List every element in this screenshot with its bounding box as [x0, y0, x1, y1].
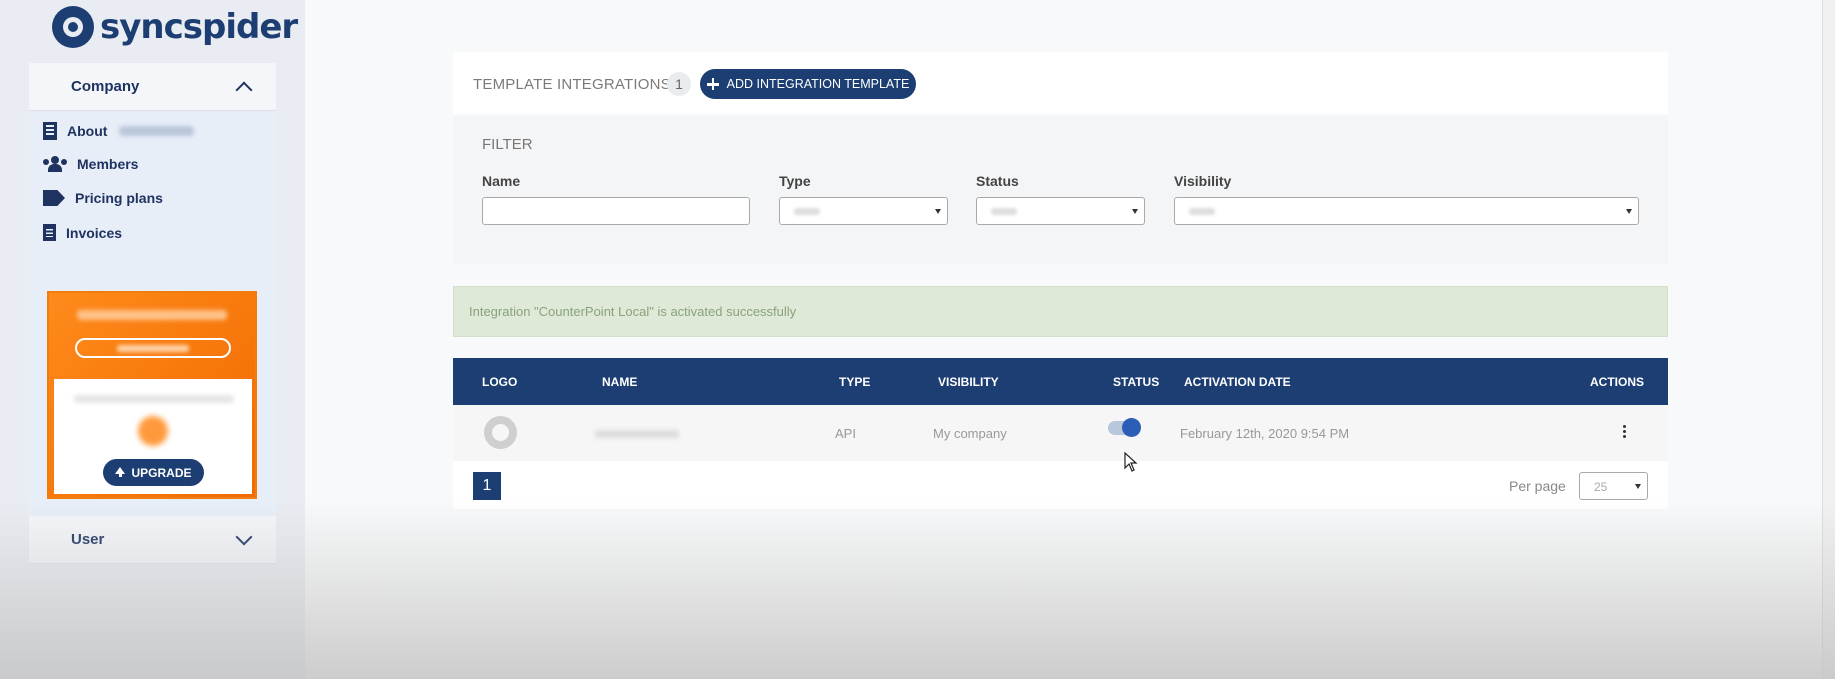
- select-value-blurred: [991, 208, 1017, 215]
- file-icon: [43, 224, 56, 241]
- remaining-integrations-blurred: [74, 395, 234, 403]
- upgrade-button[interactable]: UPGRADE: [103, 459, 204, 486]
- column-header-type: TYPE: [839, 375, 871, 389]
- caret-down-icon: [935, 209, 941, 214]
- name-filter-label: Name: [482, 173, 521, 189]
- integration-logo: [484, 416, 517, 449]
- visibility-filter-label: Visibility: [1174, 173, 1232, 189]
- sidebar-item-label: Members: [77, 156, 139, 172]
- type-filter-label: Type: [779, 173, 811, 189]
- filter-title: FILTER: [482, 136, 533, 153]
- per-page-select[interactable]: 25: [1579, 472, 1648, 500]
- table-footer: [453, 461, 1668, 509]
- column-header-logo: LOGO: [482, 375, 518, 389]
- per-page-label: Per page: [1509, 478, 1566, 494]
- integration-name-blurred: [595, 430, 679, 438]
- pricing-plan-card: UPGRADE: [47, 291, 257, 499]
- sidebar-item-about[interactable]: About: [43, 122, 195, 140]
- add-integration-template-button[interactable]: ADD INTEGRATION TEMPLATE: [700, 69, 916, 99]
- scrollbar[interactable]: [1822, 0, 1835, 679]
- arrow-up-icon: [115, 467, 126, 477]
- add-button-label: ADD INTEGRATION TEMPLATE: [726, 77, 910, 91]
- sidebar-item-label: Invoices: [66, 224, 123, 241]
- logo-mark-icon: [52, 6, 94, 48]
- brand-name: syncspider: [100, 7, 298, 47]
- column-header-status: STATUS: [1113, 375, 1160, 389]
- sidebar: syncspider Company About Members Pricing…: [0, 0, 305, 679]
- table-row[interactable]: API My company February 12th, 2020 9:54 …: [453, 405, 1668, 461]
- status-filter-select[interactable]: [976, 197, 1145, 225]
- company-label: Company: [71, 78, 140, 95]
- caret-down-icon: [1635, 484, 1641, 489]
- column-header-activation-date: ACTIVATION DATE: [1184, 375, 1291, 389]
- users-icon: [43, 156, 67, 172]
- select-value-blurred: [1189, 208, 1215, 215]
- sidebar-item-members[interactable]: Members: [43, 156, 138, 172]
- caret-down-icon: [1626, 209, 1632, 214]
- page-title: TEMPLATE INTEGRATIONS: [473, 76, 671, 93]
- sidebar-item-label: About: [67, 123, 108, 139]
- integration-type: API: [835, 426, 856, 441]
- user-label: User: [71, 531, 105, 548]
- toggle-knob: [1122, 418, 1141, 437]
- activation-date: February 12th, 2020 9:54 PM: [1180, 426, 1350, 441]
- sidebar-item-invoices[interactable]: Invoices: [43, 224, 122, 241]
- integration-visibility: My company: [933, 426, 1007, 441]
- mouse-cursor-icon: [1124, 452, 1138, 472]
- syncspider-logo[interactable]: syncspider: [52, 6, 298, 48]
- column-header-visibility: VISIBILITY: [938, 375, 999, 389]
- tags-icon: [43, 190, 65, 206]
- type-filter-select[interactable]: [779, 197, 948, 225]
- name-filter-input[interactable]: [482, 197, 750, 225]
- sidebar-item-pricing-plans[interactable]: Pricing plans: [43, 190, 163, 206]
- plan-name-pill: [75, 338, 231, 358]
- column-header-actions: ACTIONS: [1590, 375, 1644, 389]
- table-header: LOGO NAME TYPE VISIBILITY STATUS ACTIVAT…: [453, 358, 1668, 405]
- caret-down-icon: [1132, 209, 1138, 214]
- status-filter-label: Status: [976, 173, 1019, 189]
- company-name-blurred: [119, 126, 195, 136]
- count-badge: 1: [667, 72, 691, 96]
- filter-panel: [453, 116, 1668, 264]
- user-accordion-header[interactable]: User: [29, 516, 276, 564]
- column-header-name: NAME: [602, 375, 638, 389]
- integrations-card: UPGRADE: [54, 379, 252, 494]
- integrations-count-blurred: [138, 416, 168, 446]
- pagination-page-1[interactable]: 1: [473, 472, 501, 500]
- status-toggle[interactable]: [1108, 418, 1141, 437]
- upgrade-label: UPGRADE: [131, 465, 192, 480]
- pricing-plan-title-blurred: [77, 310, 227, 320]
- select-value-blurred: [794, 208, 820, 215]
- success-alert: Integration "CounterPoint Local" is acti…: [453, 286, 1668, 337]
- visibility-filter-select[interactable]: [1174, 197, 1639, 225]
- chevron-down-icon: [235, 528, 253, 545]
- per-page-value: 25: [1594, 480, 1608, 494]
- plus-icon: [706, 78, 719, 90]
- sidebar-item-label: Pricing plans: [75, 190, 163, 206]
- building-icon: [43, 122, 57, 140]
- company-accordion-header[interactable]: Company: [29, 63, 276, 111]
- chevron-up-icon: [235, 81, 253, 98]
- more-actions-icon[interactable]: [1623, 425, 1626, 428]
